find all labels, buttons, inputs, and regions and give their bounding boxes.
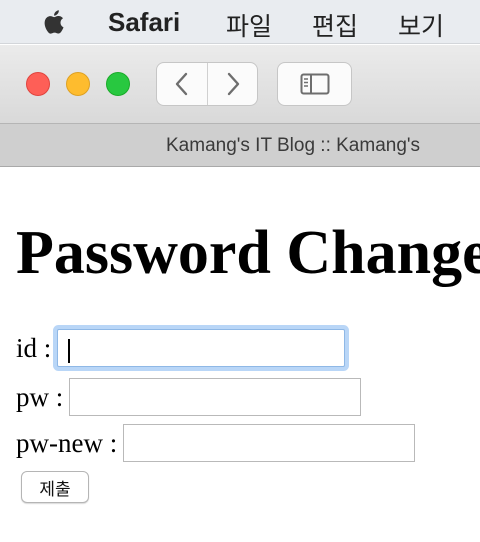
apple-icon[interactable] (40, 7, 70, 37)
menu-bar: Safari 파일 편집 보기 (0, 0, 480, 44)
tab-title[interactable]: Kamang's IT Blog :: Kamang's (166, 135, 420, 157)
menu-item-view[interactable]: 보기 (398, 7, 444, 43)
menu-item-file[interactable]: 파일 (226, 7, 272, 43)
back-button[interactable] (157, 63, 207, 105)
menu-item-edit[interactable]: 편집 (312, 7, 358, 43)
pw-label: pw : (16, 381, 64, 412)
forward-button[interactable] (207, 63, 257, 105)
menu-app-safari[interactable]: Safari (108, 7, 180, 38)
web-page: Password Change id : pw : pw-new : 제출 (0, 168, 480, 542)
pw-new-input[interactable] (123, 424, 416, 462)
id-input[interactable] (57, 329, 346, 367)
pw-new-label: pw-new : (16, 427, 118, 458)
sidebar-toggle-button[interactable] (277, 62, 352, 106)
pw-row: pw : (16, 378, 362, 416)
pw-new-row: pw-new : (16, 424, 416, 462)
pw-input[interactable] (69, 378, 362, 416)
page-title: Password Change (16, 219, 480, 287)
close-window-button[interactable] (26, 72, 50, 96)
minimize-window-button[interactable] (66, 72, 90, 96)
navigation-buttons (156, 62, 258, 106)
submit-button[interactable]: 제출 (21, 471, 89, 503)
tab-bar: Kamang's IT Blog :: Kamang's (0, 123, 480, 167)
zoom-window-button[interactable] (106, 72, 130, 96)
id-label: id : (16, 332, 52, 363)
text-caret (68, 339, 70, 363)
back-chevron-icon (175, 72, 188, 96)
forward-chevron-icon (227, 72, 239, 96)
id-row: id : (16, 329, 346, 367)
sidebar-icon (300, 73, 329, 95)
